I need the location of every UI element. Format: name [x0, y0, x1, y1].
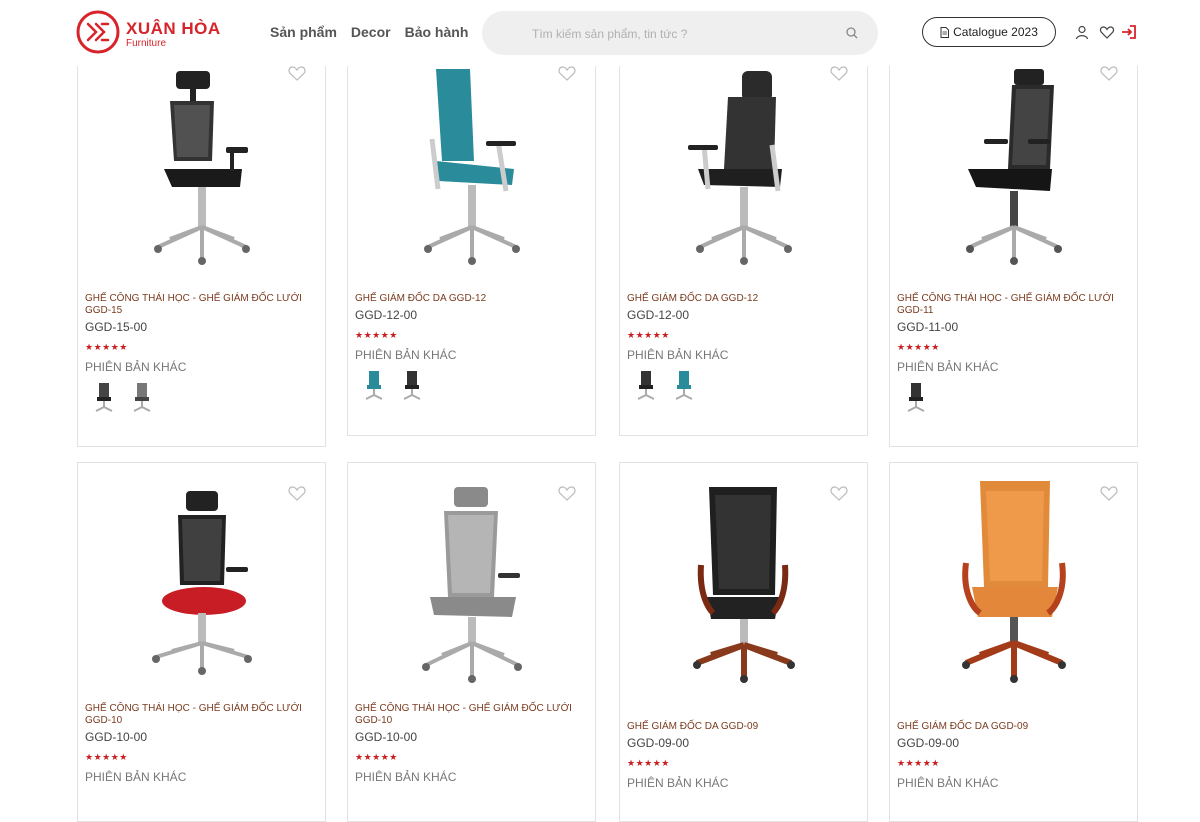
brand-logo[interactable]: XUÂN HÒA Furniture [76, 10, 226, 56]
logo-mark-icon [76, 10, 120, 54]
rating-stars: ★★★★★ [355, 752, 398, 762]
search-icon[interactable] [844, 25, 860, 41]
product-card[interactable]: GHẾ GIÁM ĐỐC DA GGD-09 GGD-09-00 ★★★★★ P… [889, 462, 1138, 822]
product-code: GGD-11-00 [897, 320, 959, 334]
variant-thumb[interactable] [905, 381, 927, 413]
user-icon[interactable] [1074, 24, 1090, 40]
product-image-ggd09-black[interactable] [679, 485, 809, 685]
product-image-ggd12-teal[interactable] [412, 69, 532, 269]
product-card[interactable]: GHẾ CÔNG THÁI HỌC - GHẾ GIÁM ĐỐC LƯỚI GG… [77, 52, 326, 447]
product-image-ggd15[interactable] [142, 69, 262, 269]
brand-sub: Furniture [126, 38, 167, 49]
nav-item-products[interactable]: Sản phẩm [270, 24, 337, 40]
favorite-heart-icon[interactable] [557, 483, 577, 503]
variants-label: Phiên bản khác [85, 770, 187, 784]
variants-label: Phiên bản khác [355, 348, 457, 362]
variants-label: Phiên bản khác [897, 776, 999, 790]
variant-thumbs [93, 381, 317, 413]
variants-label: Phiên bản khác [897, 360, 999, 374]
variant-thumb[interactable] [93, 381, 115, 413]
product-code: GGD-12-00 [355, 308, 418, 322]
rating-stars: ★★★★★ [627, 330, 670, 340]
brand-name: XUÂN HÒA [126, 19, 221, 38]
heart-icon[interactable] [1099, 24, 1115, 40]
search-input[interactable] [530, 23, 834, 45]
favorite-heart-icon[interactable] [287, 483, 307, 503]
product-info: GHẾ GIÁM ĐỐC DA GGD-12 GGD-12-00 ★★★★★ P… [355, 293, 587, 401]
product-name[interactable]: GHẾ GIÁM ĐỐC DA GGD-12 [355, 293, 587, 305]
product-image-ggd10-gray[interactable] [412, 485, 532, 685]
favorite-heart-icon[interactable] [1099, 483, 1119, 503]
product-info: GHẾ CÔNG THÁI HỌC - GHẾ GIÁM ĐỐC LƯỚI GG… [85, 703, 317, 783]
variant-thumbs [363, 369, 587, 401]
variants-label: Phiên bản khác [355, 770, 457, 784]
favorite-heart-icon[interactable] [557, 63, 577, 83]
product-name[interactable]: GHẾ GIÁM ĐỐC DA GGD-09 [897, 721, 1129, 733]
catalogue-button[interactable]: Catalogue 2023 [922, 17, 1056, 47]
favorite-heart-icon[interactable] [829, 483, 849, 503]
product-card[interactable]: GHẾ GIÁM ĐỐC DA GGD-09 GGD-09-00 ★★★★★ P… [619, 462, 868, 822]
rating-stars: ★★★★★ [85, 342, 128, 352]
product-image-ggd12-black[interactable] [684, 69, 804, 269]
product-name[interactable]: GHẾ GIÁM ĐỐC DA GGD-12 [627, 293, 859, 305]
product-card[interactable]: GHẾ CÔNG THÁI HỌC - GHẾ GIÁM ĐỐC LƯỚI GG… [347, 462, 596, 822]
product-card[interactable]: GHẾ CÔNG THÁI HỌC - GHẾ GIÁM ĐỐC LƯỚI GG… [77, 462, 326, 822]
product-card[interactable]: GHẾ GIÁM ĐỐC DA GGD-12 GGD-12-00 ★★★★★ P… [347, 52, 596, 436]
rating-stars: ★★★★★ [355, 330, 398, 340]
product-info: GHẾ GIÁM ĐỐC DA GGD-12 GGD-12-00 ★★★★★ P… [627, 293, 859, 401]
product-card[interactable]: GHẾ CÔNG THÁI HỌC - GHẾ GIÁM ĐỐC LƯỚI GG… [889, 52, 1138, 447]
nav-item-decor[interactable]: Decor [351, 24, 391, 40]
product-name[interactable]: GHẾ CÔNG THÁI HỌC - GHẾ GIÁM ĐỐC LƯỚI GG… [85, 703, 317, 727]
variant-thumb[interactable] [673, 369, 695, 401]
nav-item-warranty[interactable]: Bảo hành [405, 24, 469, 40]
product-code: GGD-12-00 [627, 308, 690, 322]
product-info: GHẾ CÔNG THÁI HỌC - GHẾ GIÁM ĐỐC LƯỚI GG… [85, 293, 317, 413]
main-nav: Sản phẩm Decor Bảo hành [270, 24, 468, 40]
product-code: GGD-09-00 [627, 736, 690, 750]
favorite-heart-icon[interactable] [287, 63, 307, 83]
variants-label: Phiên bản khác [85, 360, 187, 374]
product-info: GHẾ CÔNG THÁI HỌC - GHẾ GIÁM ĐỐC LƯỚI GG… [897, 293, 1129, 413]
rating-stars: ★★★★★ [897, 758, 940, 768]
product-image-ggd10-red[interactable] [142, 489, 262, 679]
product-info: GHẾ GIÁM ĐỐC DA GGD-09 GGD-09-00 ★★★★★ P… [897, 721, 1129, 789]
variant-thumbs [635, 369, 859, 401]
product-code: GGD-10-00 [355, 730, 418, 744]
variant-thumb[interactable] [635, 369, 657, 401]
product-info: GHẾ GIÁM ĐỐC DA GGD-09 GGD-09-00 ★★★★★ P… [627, 721, 859, 789]
variant-thumb[interactable] [401, 369, 423, 401]
product-code: GGD-15-00 [85, 320, 148, 334]
product-image-ggd09-orange[interactable] [944, 477, 1084, 687]
login-icon[interactable] [1121, 24, 1137, 40]
document-icon [940, 26, 950, 38]
product-info: GHẾ CÔNG THÁI HỌC - GHẾ GIÁM ĐỐC LƯỚI GG… [355, 703, 587, 783]
variants-label: Phiên bản khác [627, 348, 729, 362]
variant-thumb[interactable] [131, 381, 153, 413]
rating-stars: ★★★★★ [627, 758, 670, 768]
product-name[interactable]: GHẾ CÔNG THÁI HỌC - GHẾ GIÁM ĐỐC LƯỚI GG… [355, 703, 587, 727]
product-image-ggd11[interactable] [954, 69, 1074, 269]
product-card[interactable]: GHẾ GIÁM ĐỐC DA GGD-12 GGD-12-00 ★★★★★ P… [619, 52, 868, 436]
variant-thumbs [905, 381, 1129, 413]
variants-label: Phiên bản khác [627, 776, 729, 790]
product-name[interactable]: GHẾ CÔNG THÁI HỌC - GHẾ GIÁM ĐỐC LƯỚI GG… [85, 293, 317, 317]
product-code: GGD-09-00 [897, 736, 960, 750]
favorite-heart-icon[interactable] [1099, 63, 1119, 83]
variant-thumb[interactable] [363, 369, 385, 401]
product-name[interactable]: GHẾ CÔNG THÁI HỌC - GHẾ GIÁM ĐỐC LƯỚI GG… [897, 293, 1129, 317]
product-code: GGD-10-00 [85, 730, 148, 744]
search-bar [482, 11, 878, 55]
favorite-heart-icon[interactable] [829, 63, 849, 83]
rating-stars: ★★★★★ [897, 342, 940, 352]
site-header: XUÂN HÒA Furniture Sản phẩm Decor Bảo hà… [0, 0, 1200, 66]
rating-stars: ★★★★★ [85, 752, 128, 762]
product-name[interactable]: GHẾ GIÁM ĐỐC DA GGD-09 [627, 721, 859, 733]
catalogue-label: Catalogue 2023 [953, 25, 1038, 39]
